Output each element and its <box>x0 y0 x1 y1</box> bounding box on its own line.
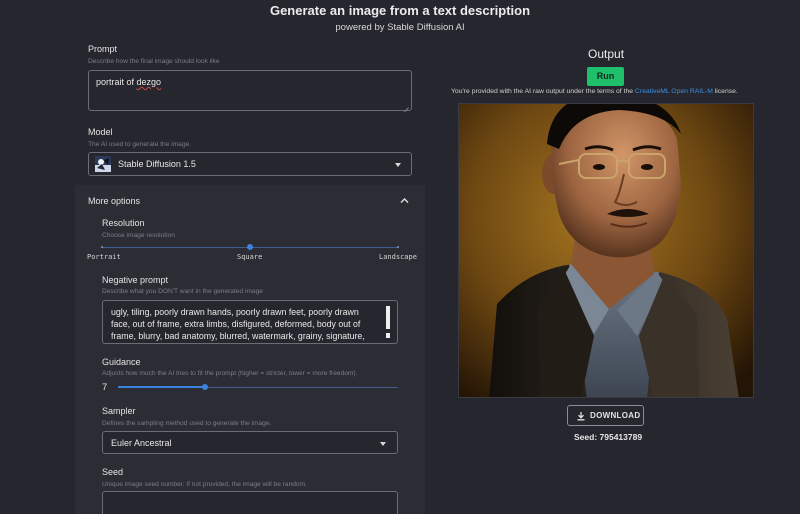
license-link[interactable]: CreativeML Open RAIL-M <box>635 88 713 95</box>
download-button-label: DOWNLOAD <box>590 411 641 420</box>
sampler-label: Sampler <box>102 406 136 416</box>
page-title: Generate an image from a text descriptio… <box>269 3 531 18</box>
portrait-image <box>459 104 753 397</box>
generated-image <box>458 103 754 398</box>
chevron-up-icon[interactable] <box>400 197 409 204</box>
prompt-label: Prompt <box>88 44 118 54</box>
misspelled-word: dezgo <box>136 77 162 87</box>
download-icon <box>577 412 585 421</box>
seed-readout: Seed: 795413789 <box>574 432 643 442</box>
prompt-input[interactable]: portrait of dezgo <box>88 70 412 111</box>
resolution-slider-thumb[interactable] <box>247 244 253 250</box>
seed-label: Seed <box>102 467 124 477</box>
model-thumbnail-icon <box>95 156 111 172</box>
resolution-option-square[interactable]: Square <box>237 253 262 261</box>
scrollbar-arrow[interactable] <box>386 333 390 338</box>
download-button[interactable]: DOWNLOAD <box>567 405 644 426</box>
output-title: Output <box>588 47 625 61</box>
sampler-select[interactable]: Euler Ancestral <box>102 431 398 454</box>
negative-prompt-description: Describe what you DON'T want in the gene… <box>102 288 263 295</box>
license-notice: You're provided with the AI raw output u… <box>451 88 738 95</box>
sampler-select-value: Euler Ancestral <box>111 438 172 448</box>
negative-prompt-label: Negative prompt <box>102 275 169 285</box>
model-label: Model <box>88 127 113 137</box>
resolution-option-landscape[interactable]: Landscape <box>379 253 417 261</box>
chevron-down-icon <box>380 442 386 446</box>
model-description: The AI used to generate the image. <box>88 141 192 148</box>
guidance-value: 7 <box>102 382 108 393</box>
resolution-option-portrait[interactable]: Portrait <box>87 253 121 261</box>
run-button[interactable]: Run <box>587 67 624 86</box>
scrollbar-thumb[interactable] <box>386 306 390 329</box>
seed-input[interactable] <box>102 491 398 514</box>
model-select-value: Stable Diffusion 1.5 <box>118 159 196 169</box>
model-select[interactable]: Stable Diffusion 1.5 <box>88 152 412 176</box>
negative-prompt-input[interactable]: ugly, tiling, poorly drawn hands, poorly… <box>102 300 398 344</box>
guidance-label: Guidance <box>102 357 141 367</box>
resolution-description: Choose image resolution <box>102 232 175 239</box>
seed-description: Unique image seed number. If not provide… <box>102 481 307 488</box>
guidance-slider-fill <box>118 386 205 388</box>
resolution-tick <box>101 246 103 248</box>
more-options-toggle[interactable]: More options <box>88 196 140 206</box>
negative-prompt-text: ugly, tiling, poorly drawn hands, poorly… <box>111 307 365 341</box>
prompt-input-text: portrait of dezgo <box>96 77 162 87</box>
chevron-down-icon <box>395 163 401 167</box>
sampler-description: Defines the sampling method used to gene… <box>102 420 272 427</box>
resolution-tick <box>397 246 399 248</box>
resolution-label: Resolution <box>102 218 145 228</box>
guidance-slider-thumb[interactable] <box>201 384 208 390</box>
resize-handle-icon[interactable] <box>403 102 409 108</box>
page-subtitle: powered by Stable Diffusion AI <box>335 22 465 33</box>
guidance-description: Adjusts how much the AI tries to fit the… <box>102 370 358 377</box>
prompt-description: Describe how the final image should look… <box>88 58 220 65</box>
